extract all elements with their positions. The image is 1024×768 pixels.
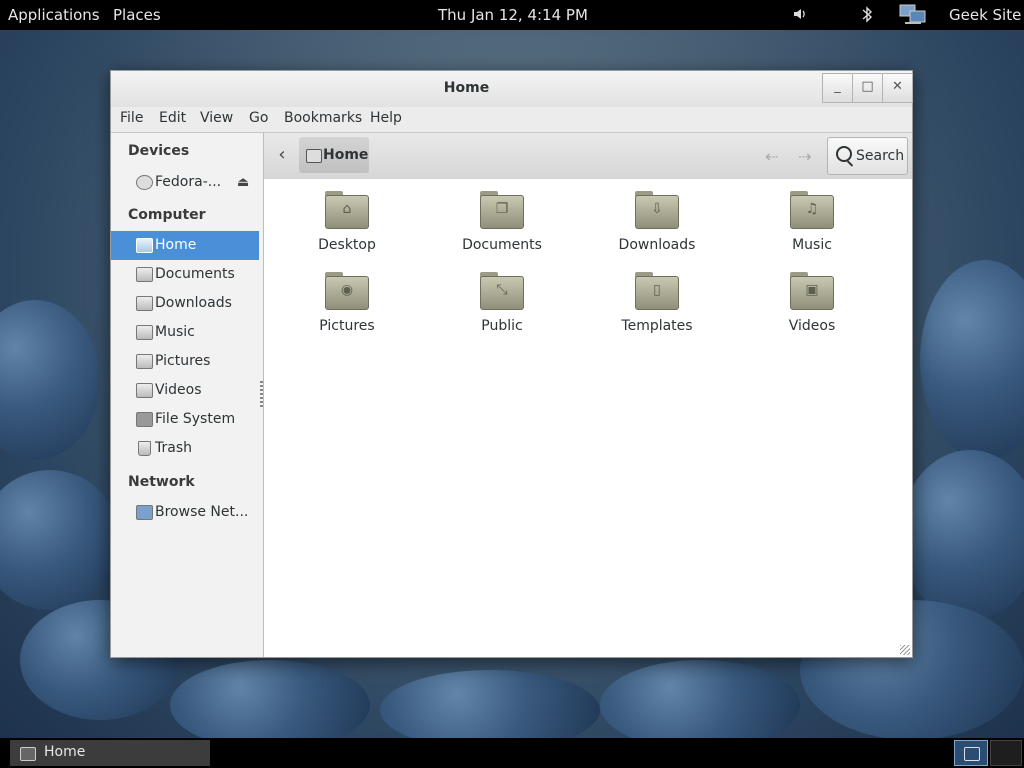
folder-view: ⌂ Desktop ❐ Documents ⇩ Downloads ♫ Musi… [264, 179, 912, 657]
sidebar-item-fedora[interactable]: Fedora-... ⏏ [111, 168, 259, 197]
desktop-folder-icon: ⌂ [325, 191, 369, 229]
menu-view[interactable]: View [200, 110, 233, 126]
sidebar-heading-network: Network [128, 474, 195, 490]
documents-folder-icon [136, 267, 153, 282]
network-icon[interactable] [899, 4, 927, 30]
sidebar-item-browse-network[interactable]: Browse Net... [111, 498, 259, 527]
videos-folder-icon: ▣ [790, 272, 834, 310]
videos-folder-icon [136, 383, 153, 398]
top-panel: Applications Places Thu Jan 12, 4:14 PM … [0, 0, 1024, 30]
file-manager-window: Home _ □ ✕ File Edit View Go Bookmarks H… [110, 70, 913, 658]
back-arrow-icon[interactable]: ⇠ [765, 147, 778, 166]
menu-file[interactable]: File [120, 110, 143, 126]
folder-videos[interactable]: ▣ Videos [752, 270, 872, 342]
places-menu[interactable]: Places [113, 6, 161, 24]
home-folder-icon [964, 747, 980, 761]
home-folder-icon [20, 747, 36, 761]
sidebar-heading-devices: Devices [128, 143, 190, 159]
network-icon [136, 505, 153, 520]
bluetooth-icon[interactable] [861, 6, 873, 27]
eject-icon[interactable]: ⏏ [237, 168, 249, 197]
sidebar-item-home[interactable]: Home [111, 231, 259, 260]
menubar: File Edit View Go Bookmarks Help [111, 107, 912, 133]
folder-templates[interactable]: ▯ Templates [597, 270, 717, 342]
window-resize-grip[interactable] [900, 645, 910, 655]
folder-music[interactable]: ♫ Music [752, 189, 872, 261]
sidebar-item-trash[interactable]: Trash [111, 434, 259, 463]
home-folder-icon [136, 238, 153, 253]
folder-desktop[interactable]: ⌂ Desktop [287, 189, 407, 261]
pictures-folder-icon: ◉ [325, 272, 369, 310]
home-icon [306, 149, 322, 163]
window-title: Home [443, 80, 490, 96]
sidebar-item-downloads[interactable]: Downloads [111, 289, 259, 318]
minimize-button[interactable]: _ [822, 73, 853, 103]
pictures-folder-icon [136, 354, 153, 369]
disc-icon [136, 175, 153, 190]
applications-menu[interactable]: Applications [8, 6, 100, 24]
folder-downloads[interactable]: ⇩ Downloads [597, 189, 717, 261]
documents-folder-icon: ❐ [480, 191, 524, 229]
search-icon [836, 146, 852, 162]
sidebar-heading-computer: Computer [128, 207, 206, 223]
close-button[interactable]: ✕ [882, 73, 913, 103]
maximize-button[interactable]: □ [852, 73, 883, 103]
music-folder-icon [136, 325, 153, 340]
music-folder-icon: ♫ [790, 191, 834, 229]
menu-help[interactable]: Help [370, 110, 402, 126]
folder-documents[interactable]: ❐ Documents [442, 189, 562, 261]
sidebar-item-file-system[interactable]: File System [111, 405, 259, 434]
menu-go[interactable]: Go [249, 110, 268, 126]
downloads-folder-icon [136, 296, 153, 311]
clock[interactable]: Thu Jan 12, 4:14 PM [438, 6, 588, 24]
workspace-1[interactable] [954, 740, 988, 766]
menu-bookmarks[interactable]: Bookmarks [284, 110, 362, 126]
sidebar-item-videos[interactable]: Videos [111, 376, 259, 405]
sidebar-resize-handle[interactable] [260, 381, 263, 409]
bottom-panel: Home [0, 738, 1024, 768]
chevron-left-icon[interactable]: ‹ [272, 146, 292, 166]
public-folder-icon: ⤡ [480, 272, 524, 310]
search-button[interactable]: Search [827, 137, 908, 175]
trash-icon [138, 441, 151, 456]
menu-edit[interactable]: Edit [159, 110, 186, 126]
taskbar-item-home[interactable]: Home [10, 740, 210, 766]
titlebar[interactable]: Home _ □ ✕ [111, 71, 913, 107]
path-bar-home[interactable]: Home [299, 137, 369, 173]
folder-pictures[interactable]: ◉ Pictures [287, 270, 407, 342]
toolbar: ‹ Home ⇠ ⇢ Search [264, 133, 912, 180]
sidebar-item-pictures[interactable]: Pictures [111, 347, 259, 376]
sidebar-item-documents[interactable]: Documents [111, 260, 259, 289]
sidebar-item-music[interactable]: Music [111, 318, 259, 347]
folder-public[interactable]: ⤡ Public [442, 270, 562, 342]
templates-folder-icon: ▯ [635, 272, 679, 310]
user-menu[interactable]: Geek Site [949, 6, 1021, 24]
forward-arrow-icon[interactable]: ⇢ [798, 147, 811, 166]
volume-icon[interactable] [792, 6, 808, 26]
drive-icon [136, 412, 153, 427]
workspace-2[interactable] [990, 740, 1022, 766]
downloads-folder-icon: ⇩ [635, 191, 679, 229]
places-sidebar: Devices Fedora-... ⏏ Computer Home Docum… [111, 133, 264, 657]
